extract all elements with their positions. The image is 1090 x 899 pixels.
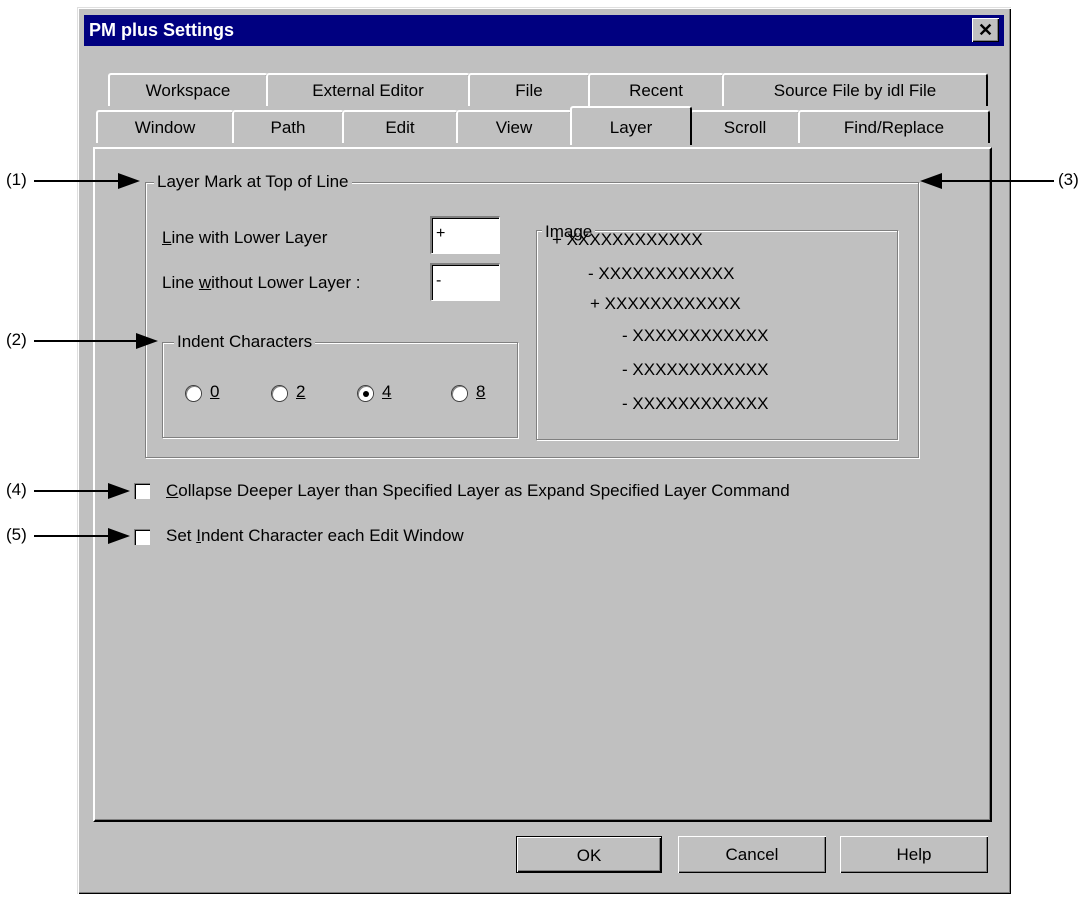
- indent-characters-legend: Indent Characters: [174, 332, 316, 352]
- annotation-1-arrowhead: [118, 173, 140, 189]
- collapse-deeper-layer-checkbox[interactable]: [134, 483, 150, 499]
- preview-line: + XXXXXXXXXXXX: [590, 294, 741, 313]
- indent-radio-0[interactable]: [186, 386, 201, 401]
- close-icon: ✕: [977, 20, 994, 40]
- collapse-deeper-layer-label[interactable]: Collapse Deeper Layer than Specified Lay…: [166, 481, 790, 501]
- tab-window[interactable]: Window: [96, 110, 234, 143]
- preview-line: + XXXXXXXXXXXX: [552, 230, 703, 249]
- dialog-title: PM plus Settings: [89, 20, 235, 40]
- annotation-3-line: [940, 180, 1054, 182]
- ok-button[interactable]: OK: [516, 836, 662, 873]
- preview-line: - XXXXXXXXXXXX: [622, 360, 769, 379]
- layer-mark-legend: Layer Mark at Top of Line: [154, 172, 352, 192]
- annotation-2: (2): [6, 330, 27, 349]
- preview-line: - XXXXXXXXXXXX: [622, 326, 769, 345]
- annotation-5-arrowhead: [108, 528, 130, 544]
- preview-line: - XXXXXXXXXXXX: [622, 394, 769, 413]
- tab-path[interactable]: Path: [232, 110, 344, 143]
- indent-radio-2[interactable]: [272, 386, 287, 401]
- tab-scroll[interactable]: Scroll: [690, 110, 800, 143]
- set-indent-each-window-checkbox[interactable]: [134, 529, 150, 545]
- tab-source-file-by-idl-file[interactable]: Source File by idl File: [722, 73, 988, 106]
- annotation-3-arrowhead: [920, 173, 942, 189]
- without-lower-layer-label: Line without Lower Layer :: [162, 273, 361, 292]
- set-indent-each-window-label[interactable]: Set Indent Character each Edit Window: [166, 526, 464, 546]
- tab-workspace[interactable]: Workspace: [108, 73, 268, 106]
- tab-recent[interactable]: Recent: [588, 73, 724, 106]
- lower-layer-field[interactable]: +: [430, 216, 500, 254]
- lower-layer-label: Line with Lower Layer: [162, 228, 328, 247]
- annotation-2-arrowhead: [136, 333, 158, 349]
- indent-label-2: 2: [296, 382, 306, 401]
- radio-selected-dot: [363, 391, 369, 397]
- annotation-5: (5): [6, 525, 27, 544]
- tab-file[interactable]: File: [468, 73, 590, 106]
- close-button[interactable]: ✕: [972, 18, 999, 42]
- without-lower-layer-field[interactable]: -: [430, 263, 500, 301]
- indent-radio-8[interactable]: [452, 386, 467, 401]
- annotation-5-line: [34, 535, 110, 537]
- cancel-button[interactable]: Cancel: [678, 836, 826, 873]
- annotation-1-line: [34, 180, 120, 182]
- help-button[interactable]: Help: [840, 836, 988, 873]
- indent-label-0: 0: [210, 382, 220, 401]
- annotation-4: (4): [6, 480, 27, 499]
- annotation-3: (3): [1058, 170, 1079, 189]
- tab-find-replace[interactable]: Find/Replace: [798, 110, 990, 143]
- indent-label-4: 4: [382, 382, 392, 401]
- annotation-4-line: [34, 490, 110, 492]
- annotation-2-line: [34, 340, 138, 342]
- indent-label-8: 8: [476, 382, 486, 401]
- tab-layer[interactable]: Layer: [570, 106, 692, 145]
- annotation-4-arrowhead: [108, 483, 130, 499]
- preview-line: - XXXXXXXXXXXX: [588, 264, 735, 283]
- indent-radio-4[interactable]: [358, 386, 373, 401]
- annotation-1: (1): [6, 170, 27, 189]
- tab-view[interactable]: View: [456, 110, 572, 143]
- tab-external-editor[interactable]: External Editor: [266, 73, 470, 106]
- tab-edit[interactable]: Edit: [342, 110, 458, 143]
